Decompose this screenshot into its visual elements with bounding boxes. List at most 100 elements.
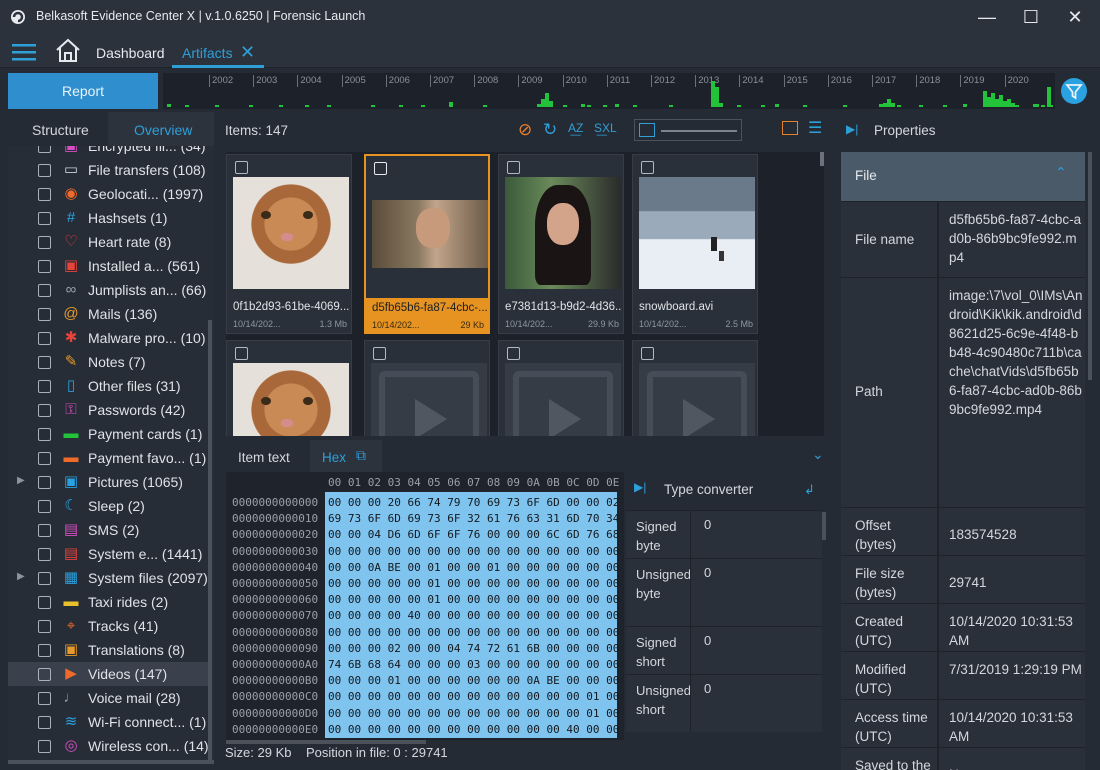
tree-item-checkbox[interactable] xyxy=(38,146,51,153)
thumbnail-checkbox[interactable] xyxy=(641,161,654,174)
tree-item[interactable]: ▣ Encrypted fil... (34) xyxy=(8,146,208,158)
cancel-icon[interactable]: ⊘ xyxy=(518,120,532,140)
home-icon[interactable] xyxy=(54,37,82,63)
tree-item[interactable]: ▬ Payment favo... (1) xyxy=(8,446,208,470)
thumbnail-item[interactable] xyxy=(226,340,352,436)
panel-toggle-icon[interactable]: ▶| xyxy=(634,480,646,494)
thumbnail-checkbox[interactable] xyxy=(507,347,520,360)
hex-row[interactable]: 00 00 0A BE 00 01 00 00 01 00 00 00 00 0… xyxy=(328,561,619,574)
tree-item[interactable]: ▭ File transfers (108) xyxy=(8,158,208,182)
collapse-up-icon[interactable]: ⌃ xyxy=(1055,164,1067,181)
tree-item-checkbox[interactable] xyxy=(38,188,51,201)
tab-item-text[interactable]: Item text xyxy=(238,450,290,465)
tree-scrollbar[interactable] xyxy=(208,320,212,760)
thumbnail-item[interactable] xyxy=(498,340,624,436)
tree-item[interactable]: ▤ System e... (1441) xyxy=(8,542,208,566)
tree-item-checkbox[interactable] xyxy=(38,524,51,537)
section-file[interactable]: File ⌃ xyxy=(841,152,1085,201)
converter-scrollbar[interactable] xyxy=(822,512,826,540)
sort-size-icon[interactable]: S͟XL xyxy=(594,121,617,135)
properties-scrollbar[interactable] xyxy=(1088,152,1092,380)
thumbnail-size-slider[interactable] xyxy=(634,119,742,141)
hex-row[interactable]: 00 00 04 D6 6D 6F 6F 76 00 00 00 6C 6D 7… xyxy=(328,528,619,541)
tab-hex[interactable]: Hex xyxy=(322,450,346,465)
tree-item[interactable]: ∞ Jumplists an... (66) xyxy=(8,278,208,302)
tree-item-checkbox[interactable] xyxy=(38,236,51,249)
tree-item[interactable]: ✱ Malware pro... (10) xyxy=(8,326,208,350)
timeline-histogram[interactable]: 2002 2003 2004 2005 2006 2007 2008 2009 2010 2011… xyxy=(163,73,1055,109)
tree-item[interactable]: ⚿ Passwords (42) xyxy=(8,398,208,422)
hex-row[interactable]: 00 00 00 20 66 74 79 70 69 73 6F 6D 00 0… xyxy=(328,496,619,509)
tree-item[interactable]: ▣ Installed a... (561) xyxy=(8,254,208,278)
tree-item-checkbox[interactable] xyxy=(38,740,51,753)
tree-item[interactable]: ♡ Heart rate (8) xyxy=(8,230,208,254)
tree-item-checkbox[interactable] xyxy=(38,332,51,345)
expand-arrow-icon[interactable]: ▶ xyxy=(17,475,25,486)
tree-item-checkbox[interactable] xyxy=(38,500,51,513)
refresh-icon[interactable]: ↻ xyxy=(543,120,557,140)
minimize-icon[interactable]: — xyxy=(972,4,1002,30)
tree-item-checkbox[interactable] xyxy=(38,356,51,369)
hex-row[interactable]: 69 73 6F 6D 69 73 6F 32 61 76 63 31 6D 7… xyxy=(328,512,619,525)
tree-item[interactable]: ▯ Other files (31) xyxy=(8,374,208,398)
hex-viewer[interactable]: 00 01 02 03 04 05 06 07 08 09 0A 0B 0C 0… xyxy=(226,472,624,740)
collapse-icon[interactable]: ⌄ xyxy=(812,446,824,463)
thumbnail-item[interactable] xyxy=(364,340,490,436)
tree-item-checkbox[interactable] xyxy=(38,428,51,441)
tree-item-checkbox[interactable] xyxy=(38,620,51,633)
tree-item-checkbox[interactable] xyxy=(38,572,51,585)
tree-item-checkbox[interactable] xyxy=(38,452,51,465)
tree-item[interactable]: ☾ Sleep (2) xyxy=(8,494,208,518)
tree-item-checkbox[interactable] xyxy=(38,692,51,705)
thumbnail-item[interactable]: snowboard.avi 10/14/202... 2.5 Mb xyxy=(632,154,758,334)
thumbnail-item[interactable]: e7381d13-b9d2-4d36... 10/14/202... 29.9 Kb xyxy=(498,154,624,334)
properties-toggle-icon[interactable]: ▶| xyxy=(846,122,858,136)
tree-hscrollbar[interactable] xyxy=(8,760,214,764)
hex-row[interactable]: 74 6B 68 64 00 00 00 03 00 00 00 00 00 0… xyxy=(328,658,619,671)
tree-item-checkbox[interactable] xyxy=(38,716,51,729)
hex-row[interactable]: 00 00 00 00 00 00 00 00 00 00 00 00 00 0… xyxy=(328,545,619,558)
thumbnail-checkbox[interactable] xyxy=(235,347,248,360)
tree-item[interactable]: ♩ Voice mail (28) xyxy=(8,686,208,710)
close-tab-icon[interactable]: ✕ xyxy=(240,42,255,63)
expand-arrow-icon[interactable]: ▶ xyxy=(17,571,25,582)
thumbnail-checkbox[interactable] xyxy=(235,161,248,174)
tree-item-checkbox[interactable] xyxy=(38,212,51,225)
tree-item[interactable]: ◉ Geolocati... (1997) xyxy=(8,182,208,206)
tree-item-checkbox[interactable] xyxy=(38,380,51,393)
tab-dashboard[interactable]: Dashboard xyxy=(96,45,165,61)
sort-alpha-icon[interactable]: A͟Z xyxy=(568,121,583,135)
tree-item[interactable]: ◎ Wireless con... (14) xyxy=(8,734,209,758)
thumbnail-checkbox[interactable] xyxy=(374,162,387,175)
tree-item[interactable]: ▶ Videos (147) xyxy=(8,662,208,686)
tree-item-checkbox[interactable] xyxy=(38,548,51,561)
tree-item-checkbox[interactable] xyxy=(38,668,51,681)
hex-row[interactable]: 00 00 00 00 00 01 00 00 00 00 00 00 00 0… xyxy=(328,593,619,606)
hex-row[interactable]: 00 00 00 00 00 00 00 00 00 00 00 00 00 0… xyxy=(328,707,619,720)
tab-structure[interactable]: Structure xyxy=(32,122,89,138)
tree-item-checkbox[interactable] xyxy=(38,260,51,273)
tree-item[interactable]: ▬ Taxi rides (2) xyxy=(8,590,208,614)
tree-item[interactable]: ▬ Payment cards (1) xyxy=(8,422,208,446)
hamburger-menu-icon[interactable] xyxy=(12,43,36,61)
tree-item[interactable]: ▤ SMS (2) xyxy=(8,518,208,542)
thumbnail-item[interactable] xyxy=(632,340,758,436)
filter-icon[interactable] xyxy=(1061,78,1087,104)
hex-row[interactable]: 00 00 00 00 00 00 00 00 00 00 00 00 40 0… xyxy=(328,723,619,736)
thumbnail-checkbox[interactable] xyxy=(507,161,520,174)
hex-row[interactable]: 00 00 00 01 00 00 00 00 00 00 0A BE 00 0… xyxy=(328,674,619,687)
tree-item-checkbox[interactable] xyxy=(38,284,51,297)
tree-item[interactable]: @ Mails (136) xyxy=(8,302,208,326)
tree-item[interactable]: ▶ ▦ System files (2097) xyxy=(8,566,208,590)
report-button[interactable]: Report xyxy=(8,73,158,109)
tree-item-checkbox[interactable] xyxy=(38,164,51,177)
tree-item-checkbox[interactable] xyxy=(38,308,51,321)
hex-row[interactable]: 00 00 00 00 00 00 00 00 00 00 00 00 00 0… xyxy=(328,626,619,639)
tree-item-checkbox[interactable] xyxy=(38,596,51,609)
maximize-icon[interactable]: ☐ xyxy=(1016,4,1046,30)
open-external-icon[interactable]: ⧉ xyxy=(356,447,366,464)
hex-row[interactable]: 00 00 00 02 00 00 04 74 72 61 6B 00 00 0… xyxy=(328,642,619,655)
hex-row[interactable]: 00 00 00 00 00 00 00 00 00 00 00 00 00 0… xyxy=(328,690,619,703)
tree-item-checkbox[interactable] xyxy=(38,476,51,489)
thumbnail-checkbox[interactable] xyxy=(641,347,654,360)
